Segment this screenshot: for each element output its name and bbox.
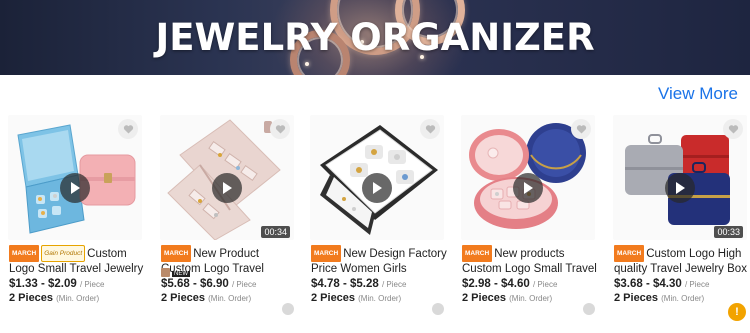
- heart-icon: [123, 125, 133, 134]
- product-image[interactable]: 00:33: [613, 115, 747, 240]
- gain-product-badge: Gain Product: [41, 245, 86, 262]
- product-image[interactable]: 00:34: [160, 115, 294, 240]
- promo-badge: MARCH: [311, 245, 342, 262]
- category-banner[interactable]: JEWELRY ORGANIZER: [0, 0, 750, 75]
- product-image[interactable]: [461, 115, 595, 240]
- product-card[interactable]: MARCH Gain Product Custom Logo Small Trave…: [0, 110, 148, 333]
- product-title[interactable]: MARCH Gain Product Custom Logo Small Trave…: [9, 245, 147, 275]
- product-card[interactable]: MARCH New products Custom Logo Small Trav…: [453, 110, 601, 333]
- favorite-button[interactable]: [571, 119, 591, 139]
- favorite-button[interactable]: [118, 119, 138, 139]
- price-unit: / Piece: [231, 280, 257, 289]
- more-options-button[interactable]: [583, 303, 595, 315]
- play-video-button[interactable]: [212, 172, 242, 203]
- product-list: MARCH Gain Product Custom Logo Small Trave…: [0, 110, 750, 333]
- price-unit: / Piece: [79, 280, 105, 289]
- min-order-label: (Min. Order): [208, 294, 252, 303]
- more-options-button[interactable]: [282, 303, 294, 315]
- promo-badge: MARCH: [462, 245, 493, 262]
- price-unit: / Piece: [532, 280, 558, 289]
- product-price: $3.68 - $4.30 / Piece: [614, 278, 709, 290]
- play-icon: [71, 181, 80, 194]
- banner-sparkle: [305, 62, 309, 66]
- price-range: $1.33 - $2.09: [9, 278, 77, 290]
- min-order-quantity: 2 Pieces: [161, 292, 206, 304]
- min-order-label: (Min. Order): [358, 294, 402, 303]
- price-unit: / Piece: [684, 280, 710, 289]
- min-order-label: (Min. Order): [509, 294, 553, 303]
- heart-icon: [425, 125, 435, 134]
- heart-icon: [275, 125, 285, 134]
- heart-icon: [728, 125, 738, 134]
- product-card[interactable]: MARCH New Design Factory Price Women Girl…: [302, 110, 450, 333]
- product-card[interactable]: 00:34 MARCH New Product Custom Logo Trave…: [152, 110, 300, 333]
- price-unit: / Piece: [381, 280, 407, 289]
- product-price: $1.33 - $2.09 / Piece: [9, 278, 104, 290]
- price-range: $4.78 - $5.28: [311, 278, 379, 290]
- min-order-label: (Min. Order): [56, 294, 100, 303]
- promo-badge: MARCH: [9, 245, 40, 262]
- product-title[interactable]: MARCH Custom Logo High quality Travel Jew…: [614, 245, 750, 275]
- new-tag: NEW: [172, 271, 190, 277]
- min-order: 2 Pieces (Min. Order): [9, 292, 99, 304]
- favorite-button[interactable]: [723, 119, 743, 139]
- price-range: $3.68 - $4.30: [614, 278, 682, 290]
- promo-badge: MARCH: [614, 245, 645, 262]
- more-options-button[interactable]: [432, 303, 444, 315]
- min-order-label: (Min. Order): [661, 294, 705, 303]
- promo-badge: MARCH: [161, 245, 192, 262]
- product-card[interactable]: 00:33 MARCH Custom Logo High quality Trav…: [605, 110, 750, 333]
- product-title[interactable]: MARCH New Design Factory Price Women Girl…: [311, 245, 449, 275]
- play-video-button[interactable]: [362, 172, 392, 203]
- min-order-quantity: 2 Pieces: [614, 292, 659, 304]
- play-icon: [223, 181, 232, 194]
- product-price: $2.98 - $4.60 / Piece: [462, 278, 557, 290]
- help-icon: !: [735, 306, 739, 318]
- play-video-button[interactable]: [60, 172, 90, 203]
- supplier-avatar: [161, 268, 170, 277]
- play-icon: [373, 181, 382, 194]
- play-video-button[interactable]: [513, 172, 543, 203]
- product-title[interactable]: MARCH New products Custom Logo Small Trav…: [462, 245, 600, 275]
- play-icon: [676, 181, 685, 194]
- video-duration: 00:34: [261, 226, 290, 238]
- banner-title: JEWELRY ORGANIZER: [155, 16, 595, 59]
- play-video-button[interactable]: [665, 172, 695, 203]
- play-icon: [524, 181, 533, 194]
- min-order: 2 Pieces (Min. Order): [462, 292, 552, 304]
- min-order-quantity: 2 Pieces: [462, 292, 507, 304]
- favorite-button[interactable]: [270, 119, 290, 139]
- min-order-quantity: 2 Pieces: [311, 292, 356, 304]
- min-order-quantity: 2 Pieces: [9, 292, 54, 304]
- min-order: 2 Pieces (Min. Order): [161, 292, 251, 304]
- product-price: $4.78 - $5.28 / Piece: [311, 278, 406, 290]
- video-duration: 00:33: [714, 226, 743, 238]
- product-image[interactable]: [310, 115, 444, 240]
- view-more-link[interactable]: View More: [658, 84, 738, 104]
- price-range: $5.68 - $6.90: [161, 278, 229, 290]
- heart-icon: [576, 125, 586, 134]
- product-price: $5.68 - $6.90 / Piece: [161, 278, 256, 290]
- min-order: 2 Pieces (Min. Order): [311, 292, 401, 304]
- help-button[interactable]: !: [728, 303, 746, 321]
- product-image[interactable]: [8, 115, 142, 240]
- favorite-button[interactable]: [420, 119, 440, 139]
- price-range: $2.98 - $4.60: [462, 278, 530, 290]
- min-order: 2 Pieces (Min. Order): [614, 292, 704, 304]
